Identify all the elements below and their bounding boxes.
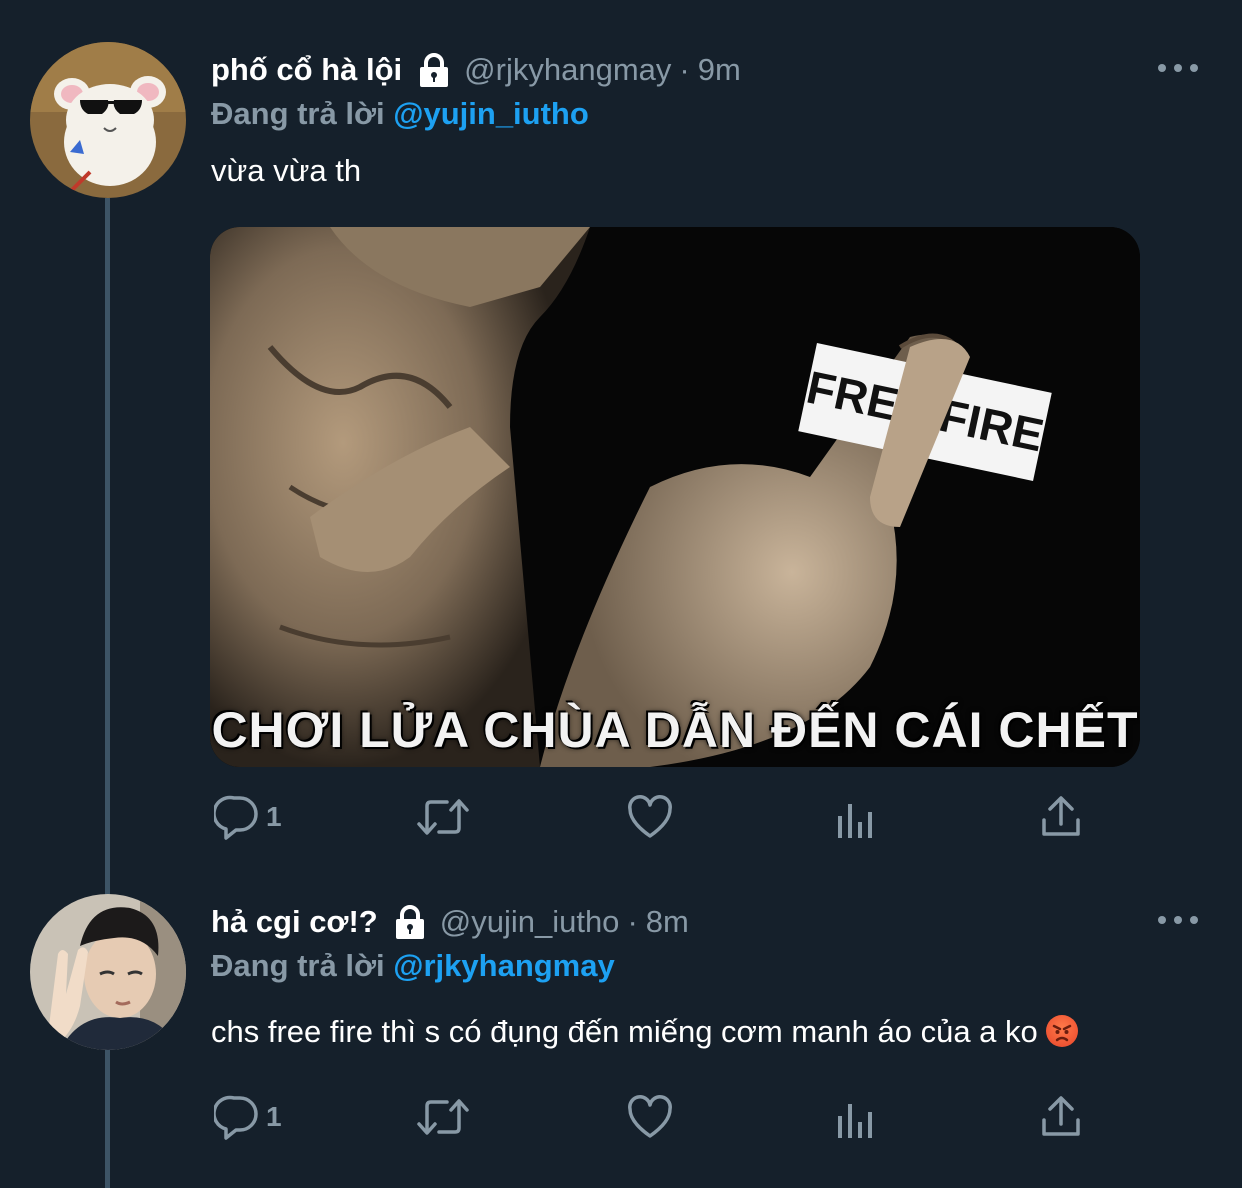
share-button[interactable]	[1040, 794, 1082, 840]
analytics-icon	[838, 804, 872, 838]
retweet-button[interactable]	[415, 794, 471, 840]
retweet-icon	[417, 1099, 469, 1135]
more-icon[interactable]	[1158, 61, 1198, 75]
like-icon	[628, 1095, 672, 1138]
reply-icon	[214, 1095, 258, 1140]
retweet-icon	[417, 799, 469, 835]
share-icon	[1042, 796, 1080, 836]
replying-to-label: Đang trả lời	[211, 96, 385, 131]
display-name[interactable]: phố cổ hà lội	[211, 52, 402, 88]
replying-to-label: Đang trả lời	[211, 948, 385, 983]
reply-count: 1	[266, 1101, 282, 1132]
avatar[interactable]	[30, 894, 186, 1050]
user-handle[interactable]: @yujin_iutho	[440, 904, 620, 940]
user-handle[interactable]: @rjkyhangmay	[464, 52, 671, 88]
separator-dot: ·	[679, 52, 690, 87]
reply-button[interactable]: 1	[214, 1094, 282, 1140]
avatar[interactable]	[30, 42, 186, 198]
timestamp[interactable]: 9m	[698, 52, 741, 88]
angry-face-emoji	[1045, 1015, 1078, 1047]
hamster-avatar-image	[30, 42, 186, 198]
reply-icon	[214, 795, 258, 840]
reply-count: 1	[266, 801, 282, 832]
tweet-image[interactable]: FREE FIRE CHƠI LỬA CHÙA DẪN ĐẾN CÁI CHẾT	[210, 227, 1140, 767]
analytics-button[interactable]	[836, 798, 876, 840]
like-icon	[628, 795, 672, 838]
share-button[interactable]	[1040, 1094, 1082, 1140]
tweet-header: hả cgi cơ!? @yujin_iutho · 8m	[211, 904, 689, 940]
replying-to-handle[interactable]: @yujin_iutho	[393, 96, 589, 131]
tweet-text: vừa vừa th	[211, 153, 362, 188]
separator-dot: ·	[627, 904, 638, 939]
tweet-1[interactable]: phố cổ hà lội @rjkyhangmay · 9m Đang trả…	[0, 0, 1242, 870]
tweet-actions: 1	[0, 794, 1242, 844]
lock-icon	[416, 53, 452, 87]
timestamp[interactable]: 8m	[646, 904, 689, 940]
retweet-button[interactable]	[415, 1094, 471, 1140]
analytics-button[interactable]	[836, 1098, 876, 1140]
image-caption: CHƠI LỬA CHÙA DẪN ĐẾN CÁI CHẾT	[211, 702, 1139, 758]
profile-photo	[30, 894, 186, 1050]
replying-to: Đang trả lời @rjkyhangmay	[211, 948, 615, 984]
reply-button[interactable]: 1	[214, 794, 282, 840]
like-button[interactable]	[626, 1094, 674, 1140]
more-icon[interactable]	[1158, 913, 1198, 927]
tweet-header: phố cổ hà lội @rjkyhangmay · 9m	[211, 52, 741, 88]
meme-photo: FREE FIRE	[210, 227, 1140, 767]
tweet-2[interactable]: hả cgi cơ!? @yujin_iutho · 8m Đang trả l…	[0, 870, 1242, 1188]
share-icon	[1042, 1096, 1080, 1136]
timeline: phố cổ hà lội @rjkyhangmay · 9m Đang trả…	[0, 0, 1242, 1188]
like-button[interactable]	[626, 794, 674, 840]
tweet-text-row: chs free fire thì s có đụng đến miếng cơ…	[211, 1014, 1078, 1050]
tweet-text: chs free fire thì s có đụng đến miếng cơ…	[211, 1014, 1038, 1049]
replying-to-handle[interactable]: @rjkyhangmay	[393, 948, 614, 983]
analytics-icon	[838, 1104, 872, 1138]
tweet-actions: 1	[0, 1094, 1242, 1144]
replying-to: Đang trả lời @yujin_iutho	[211, 96, 589, 132]
lock-icon	[392, 905, 428, 939]
display-name[interactable]: hả cgi cơ!?	[211, 904, 378, 940]
